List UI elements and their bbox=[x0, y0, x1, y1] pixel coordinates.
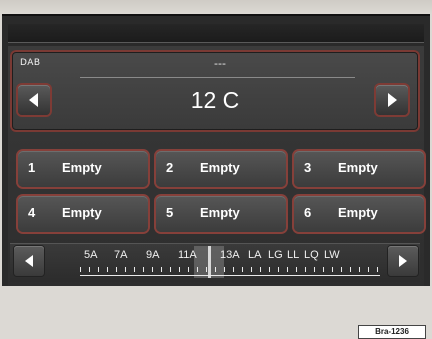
scale-previous-button[interactable] bbox=[14, 246, 44, 276]
top-status-bar bbox=[8, 24, 424, 43]
preset-button-1[interactable]: 1 Empty bbox=[18, 151, 148, 187]
triangle-left-icon bbox=[29, 93, 38, 107]
scale-ticks bbox=[80, 267, 380, 276]
preset-number: 4 bbox=[28, 205, 36, 220]
scale-label[interactable]: LA bbox=[248, 249, 261, 261]
next-station-button[interactable] bbox=[376, 85, 408, 115]
preset-button-6[interactable]: 6 Empty bbox=[294, 196, 424, 232]
scale-label[interactable]: 7A bbox=[114, 249, 127, 261]
preset-label: Empty bbox=[200, 160, 240, 175]
triangle-left-icon bbox=[25, 255, 33, 267]
scale-label[interactable]: LW bbox=[324, 249, 340, 261]
preset-button-2[interactable]: 2 Empty bbox=[156, 151, 286, 187]
preset-number: 6 bbox=[304, 205, 312, 220]
page-background-top bbox=[0, 0, 432, 14]
ensemble-label: --- bbox=[214, 57, 226, 70]
preset-label: Empty bbox=[338, 205, 378, 220]
scale-label[interactable]: LG bbox=[268, 249, 283, 261]
preset-label: Empty bbox=[62, 205, 102, 220]
preset-number: 1 bbox=[28, 160, 36, 175]
preset-button-4[interactable]: 4 Empty bbox=[18, 196, 148, 232]
scale-label[interactable]: 5A bbox=[84, 249, 97, 261]
station-divider bbox=[80, 77, 355, 78]
preset-label: Empty bbox=[338, 160, 378, 175]
scale-label[interactable]: 9A bbox=[146, 249, 159, 261]
preset-number: 2 bbox=[166, 160, 174, 175]
previous-station-button[interactable] bbox=[18, 85, 50, 115]
channel-scale-labels: 5A 7A 9A 11A 13A LA LG LL LQ LW bbox=[84, 249, 384, 265]
preset-number: 5 bbox=[166, 205, 174, 220]
triangle-right-icon bbox=[399, 255, 407, 267]
figure-code: Bra-1236 bbox=[358, 325, 426, 339]
scale-label[interactable]: LQ bbox=[304, 249, 319, 261]
source-label: DAB bbox=[20, 58, 41, 68]
scale-label[interactable]: 11A bbox=[178, 249, 197, 261]
preset-button-3[interactable]: 3 Empty bbox=[294, 151, 424, 187]
preset-label: Empty bbox=[62, 160, 102, 175]
station-name: 12 C bbox=[190, 87, 240, 113]
scale-next-button[interactable] bbox=[388, 246, 418, 276]
preset-button-5[interactable]: 5 Empty bbox=[156, 196, 286, 232]
triangle-right-icon bbox=[388, 93, 397, 107]
preset-number: 3 bbox=[304, 160, 312, 175]
scale-label-selected[interactable]: 13A bbox=[220, 249, 240, 261]
scale-label[interactable]: LL bbox=[287, 249, 299, 261]
preset-label: Empty bbox=[200, 205, 240, 220]
